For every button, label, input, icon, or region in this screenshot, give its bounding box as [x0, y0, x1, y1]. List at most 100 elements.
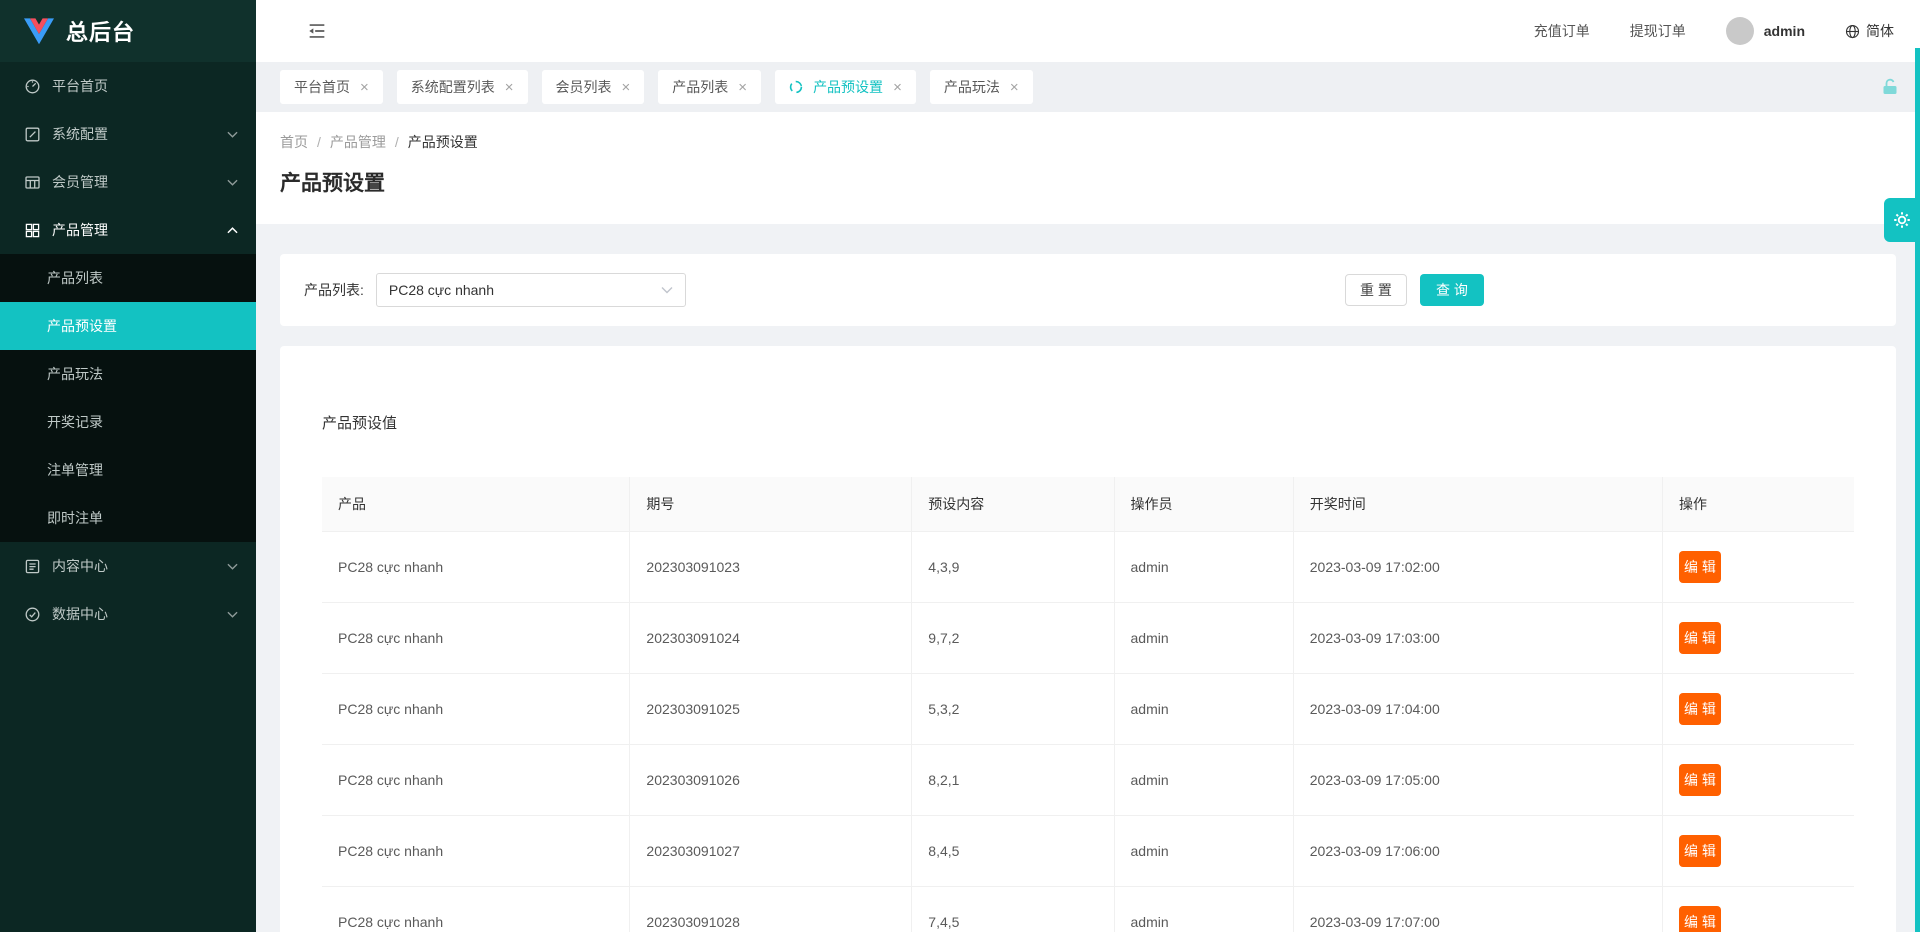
edit-button[interactable]: 编 辑: [1679, 693, 1721, 725]
sidebar-item-label: 内容中心: [52, 556, 108, 576]
operator-cell: admin: [1114, 744, 1293, 815]
table-row: PC28 cực nhanh 202303091023 4,3,9 admin …: [322, 531, 1854, 602]
operator-cell: admin: [1114, 602, 1293, 673]
draw-time-cell: 2023-03-09 17:02:00: [1293, 531, 1662, 602]
app-title: 总后台: [66, 15, 135, 47]
col-operator: 操作员: [1114, 477, 1293, 531]
reload-spinner-icon[interactable]: [789, 80, 803, 94]
breadcrumb-current: 产品预设置: [408, 132, 478, 152]
settings-gear-button[interactable]: [1884, 198, 1920, 242]
tab-close-icon[interactable]: ×: [738, 80, 747, 95]
submenu-item-product-list[interactable]: 产品列表: [0, 254, 256, 302]
tab-product-preset[interactable]: 产品预设置 ×: [775, 70, 916, 104]
table-row: PC28 cực nhanh 202303091027 8,4,5 admin …: [322, 815, 1854, 886]
preset-cell: 7,4,5: [912, 886, 1114, 932]
chevron-down-icon: [227, 611, 238, 618]
operator-cell: admin: [1114, 531, 1293, 602]
topbar-right: 充值订单 提现订单 admin 简体: [1534, 17, 1894, 45]
draw-time-cell: 2023-03-09 17:06:00: [1293, 815, 1662, 886]
table-header-row: 产品 期号 预设内容 操作员 开奖时间 操作: [322, 477, 1854, 531]
preset-table: 产品 期号 预设内容 操作员 开奖时间 操作 PC28 cực nhanh 20…: [322, 477, 1854, 932]
logo: 总后台: [0, 0, 256, 62]
search-button[interactable]: 查 询: [1420, 274, 1484, 306]
language-switcher[interactable]: 简体: [1845, 21, 1894, 41]
draw-time-cell: 2023-03-09 17:04:00: [1293, 673, 1662, 744]
draw-time-cell: 2023-03-09 17:05:00: [1293, 744, 1662, 815]
issue-cell: 202303091024: [630, 602, 912, 673]
sidebar-item-label: 会员管理: [52, 172, 108, 192]
reset-button[interactable]: 重 置: [1345, 274, 1407, 306]
issue-cell: 202303091028: [630, 886, 912, 932]
preset-cell: 5,3,2: [912, 673, 1114, 744]
chevron-down-icon: [227, 131, 238, 138]
breadcrumb-home[interactable]: 首页: [280, 132, 308, 152]
sidebar-item-content-center[interactable]: 内容中心: [0, 542, 256, 590]
tab-system-config-list[interactable]: 系统配置列表 ×: [397, 70, 528, 104]
sidebar-item-product-management[interactable]: 产品管理: [0, 206, 256, 254]
sidebar-item-label: 产品管理: [52, 220, 108, 240]
sidebar-item-member-management[interactable]: 会员管理: [0, 158, 256, 206]
submenu-item-product-play[interactable]: 产品玩法: [0, 350, 256, 398]
sidebar-item-data-center[interactable]: 数据中心: [0, 590, 256, 638]
user-menu[interactable]: admin: [1726, 17, 1805, 45]
operator-cell: admin: [1114, 815, 1293, 886]
topbar: 充值订单 提现订单 admin 简体: [256, 0, 1920, 62]
product-cell: PC28 cực nhanh: [322, 886, 630, 932]
col-issue: 期号: [630, 477, 912, 531]
submenu-item-realtime-bets[interactable]: 即时注单: [0, 494, 256, 542]
operator-cell: admin: [1114, 673, 1293, 744]
sidebar-nav: 平台首页 系统配置 会员管理: [0, 62, 256, 932]
product-submenu: 产品列表 产品预设置 产品玩法 开奖记录 注单管理 即时注单: [0, 254, 256, 542]
edit-button[interactable]: 编 辑: [1679, 906, 1721, 932]
breadcrumb-product-management[interactable]: 产品管理: [330, 132, 386, 152]
page-title: 产品预设置: [280, 167, 1896, 197]
unlock-icon[interactable]: [1880, 77, 1900, 97]
table-row: PC28 cực nhanh 202303091026 8,2,1 admin …: [322, 744, 1854, 815]
tab-close-icon[interactable]: ×: [622, 80, 631, 95]
filter-card: 产品列表: PC28 cực nhanh 重 置 查 询: [280, 254, 1896, 326]
edit-button[interactable]: 编 辑: [1679, 551, 1721, 583]
product-select-value: PC28 cực nhanh: [389, 282, 494, 298]
issue-cell: 202303091023: [630, 531, 912, 602]
tab-close-icon[interactable]: ×: [505, 80, 514, 95]
withdraw-orders-link[interactable]: 提现订单: [1630, 21, 1686, 41]
sidebar-item-label: 系统配置: [52, 124, 108, 144]
draw-time-cell: 2023-03-09 17:03:00: [1293, 602, 1662, 673]
preset-cell: 4,3,9: [912, 531, 1114, 602]
submenu-item-draw-records[interactable]: 开奖记录: [0, 398, 256, 446]
chevron-down-icon: [227, 179, 238, 186]
edit-button[interactable]: 编 辑: [1679, 764, 1721, 796]
product-select[interactable]: PC28 cực nhanh: [376, 273, 686, 307]
submenu-item-bet-management[interactable]: 注单管理: [0, 446, 256, 494]
table-icon: [24, 174, 41, 191]
avatar: [1726, 17, 1754, 45]
page-header: 首页 / 产品管理 / 产品预设置 产品预设置: [256, 112, 1920, 224]
sidebar-item-label: 平台首页: [52, 76, 108, 96]
gear-icon: [1892, 210, 1912, 230]
tab-platform-home[interactable]: 平台首页 ×: [280, 70, 383, 104]
brand-v-icon: [24, 18, 54, 45]
username: admin: [1764, 23, 1805, 39]
tab-member-list[interactable]: 会员列表 ×: [542, 70, 645, 104]
col-draw-time: 开奖时间: [1293, 477, 1662, 531]
sidebar-item-dashboard[interactable]: 平台首页: [0, 62, 256, 110]
edit-button[interactable]: 编 辑: [1679, 835, 1721, 867]
tab-close-icon[interactable]: ×: [360, 80, 369, 95]
sidebar-item-system-config[interactable]: 系统配置: [0, 110, 256, 158]
recharge-orders-link[interactable]: 充值订单: [1534, 21, 1590, 41]
product-list-label: 产品列表:: [304, 280, 364, 300]
tab-product-list[interactable]: 产品列表 ×: [658, 70, 761, 104]
submenu-item-product-preset[interactable]: 产品预设置: [0, 302, 256, 350]
operator-cell: admin: [1114, 886, 1293, 932]
table-row: PC28 cực nhanh 202303091025 5,3,2 admin …: [322, 673, 1854, 744]
section-title: 产品预设值: [322, 412, 1854, 433]
preset-cell: 8,2,1: [912, 744, 1114, 815]
tab-close-icon[interactable]: ×: [893, 80, 902, 95]
sidebar-item-label: 数据中心: [52, 604, 108, 624]
menu-fold-icon[interactable]: [306, 20, 328, 42]
tab-product-play[interactable]: 产品玩法 ×: [930, 70, 1033, 104]
tab-bar: 平台首页 × 系统配置列表 × 会员列表 × 产品列表 ×: [256, 62, 1920, 112]
tab-close-icon[interactable]: ×: [1010, 80, 1019, 95]
edit-button[interactable]: 编 辑: [1679, 622, 1721, 654]
issue-cell: 202303091027: [630, 815, 912, 886]
